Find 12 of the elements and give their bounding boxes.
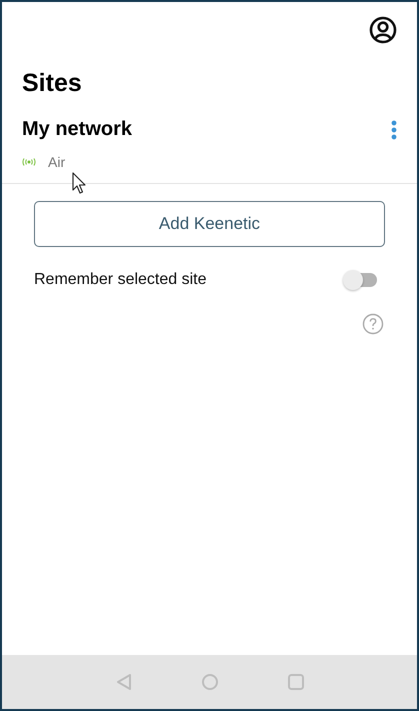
site-name[interactable]: My network [22,118,132,141]
add-keenetic-button[interactable]: Add Keenetic [34,201,385,247]
back-icon[interactable] [114,673,132,691]
more-options-icon[interactable] [391,120,397,140]
device-model: Air [48,154,66,170]
account-icon[interactable] [369,16,397,44]
setting-label: Remember selected site [34,271,207,289]
mouse-cursor-icon [72,172,88,196]
home-icon[interactable] [200,673,218,691]
page-title: Sites [22,68,83,98]
help-icon[interactable] [362,313,384,335]
recents-icon[interactable] [286,673,304,691]
